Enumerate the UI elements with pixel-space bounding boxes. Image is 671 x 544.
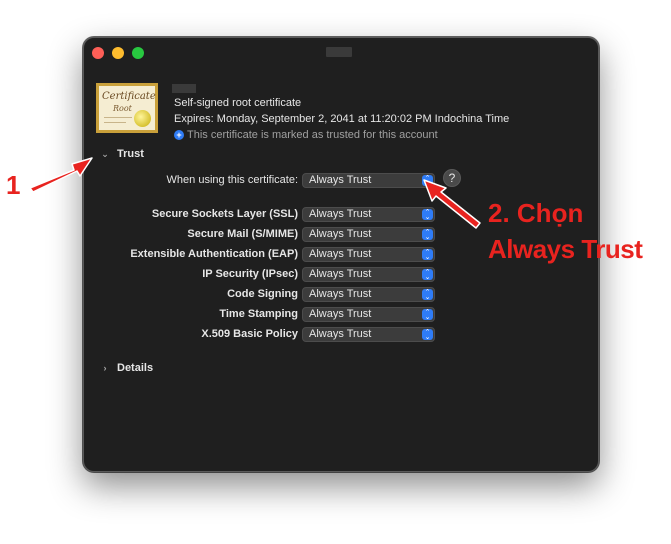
annotation-step-2-line2: Always Trust xyxy=(488,234,643,264)
arrow-1 xyxy=(29,157,93,193)
arrow-2 xyxy=(423,179,481,229)
annotation-step-1: 1 xyxy=(6,170,21,200)
annotation-arrows xyxy=(29,157,481,229)
annotation-step-2-line1: 2. Chọn xyxy=(488,198,584,228)
